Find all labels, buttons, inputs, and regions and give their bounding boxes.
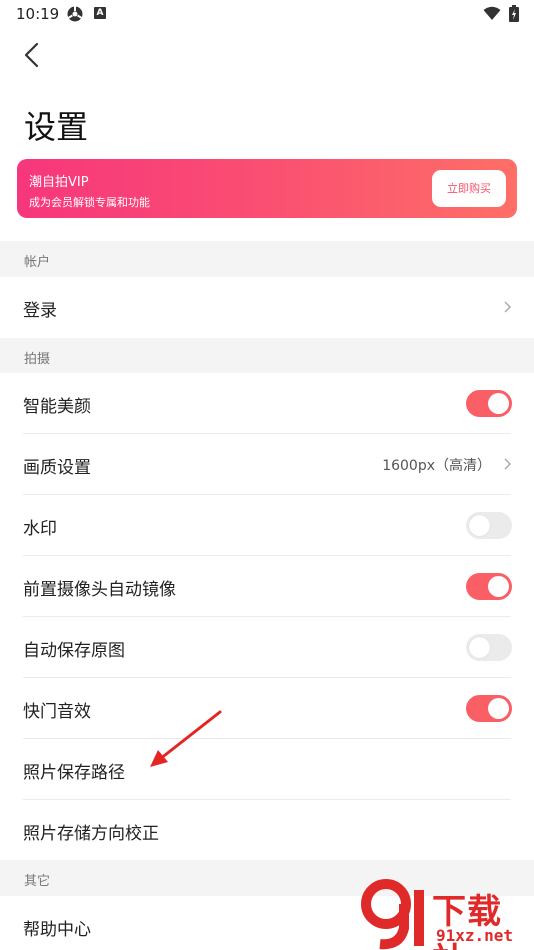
settings-row-orientation[interactable]: 照片存储方向校正 (0, 800, 534, 861)
row-label: 水印 (23, 519, 57, 539)
row-label: 帮助中心 (23, 920, 91, 940)
watermark-toggle[interactable] (466, 512, 512, 539)
status-bar: 10:19 A (0, 0, 534, 28)
watermark-url: 91xz.net (436, 926, 514, 945)
toggle-knob (469, 637, 490, 658)
toggle-knob (488, 393, 509, 414)
beauty-toggle[interactable] (466, 390, 512, 417)
vip-banner[interactable]: 潮自拍VIP 成为会员解锁专属和功能 立即购买 (17, 159, 517, 218)
red-arrow-annotation-icon (150, 710, 222, 767)
mirror-toggle[interactable] (466, 573, 512, 600)
settings-row-quality[interactable]: 画质设置 1600px（高清） (0, 434, 534, 495)
vip-subtitle: 成为会员解锁专属和功能 (29, 196, 150, 209)
toggle-knob (488, 576, 509, 597)
status-time: 10:19 (16, 5, 60, 23)
row-label: 前置摄像头自动镜像 (23, 580, 176, 600)
save-original-toggle[interactable] (466, 634, 512, 661)
row-label: 照片保存路径 (23, 763, 125, 783)
row-label: 智能美颜 (23, 397, 91, 417)
row-label: 自动保存原图 (23, 641, 125, 661)
settings-row-save-path[interactable]: 照片保存路径 (0, 739, 534, 800)
quality-value: 1600px（高清） (382, 458, 491, 474)
settings-notification-icon (67, 6, 83, 22)
settings-row-mirror[interactable]: 前置摄像头自动镜像 (0, 556, 534, 617)
a-notification-icon: A (94, 7, 106, 19)
buy-now-button[interactable]: 立即购买 (432, 170, 506, 207)
settings-row-watermark[interactable]: 水印 (0, 495, 534, 556)
section-title: 其它 (24, 874, 51, 889)
vip-title: 潮自拍VIP (29, 175, 89, 190)
site-watermark: 下载站 91xz.net (360, 878, 534, 950)
row-label: 登录 (23, 301, 57, 321)
section-header-shooting: 拍摄 (0, 338, 534, 374)
chevron-right-icon (504, 301, 512, 313)
watermark-logo-icon (361, 879, 424, 950)
row-label: 快门音效 (23, 702, 91, 722)
toggle-knob (488, 698, 509, 719)
chevron-right-icon (504, 458, 512, 470)
shutter-sound-toggle[interactable] (466, 695, 512, 722)
battery-icon (509, 5, 519, 22)
settings-row-beauty[interactable]: 智能美颜 (0, 373, 534, 434)
section-title: 拍摄 (24, 352, 51, 367)
row-label: 画质设置 (23, 458, 91, 478)
wifi-icon (483, 6, 501, 20)
section-header-account: 帐户 (0, 241, 534, 277)
row-label: 照片存储方向校正 (23, 824, 159, 844)
section-title: 帐户 (24, 255, 51, 270)
page-title: 设置 (24, 108, 89, 146)
back-icon[interactable] (14, 38, 50, 74)
settings-row-shutter-sound[interactable]: 快门音效 (0, 678, 534, 739)
settings-row-save-original[interactable]: 自动保存原图 (0, 617, 534, 678)
toggle-knob (469, 515, 490, 536)
settings-row-login[interactable]: 登录 (0, 277, 534, 338)
